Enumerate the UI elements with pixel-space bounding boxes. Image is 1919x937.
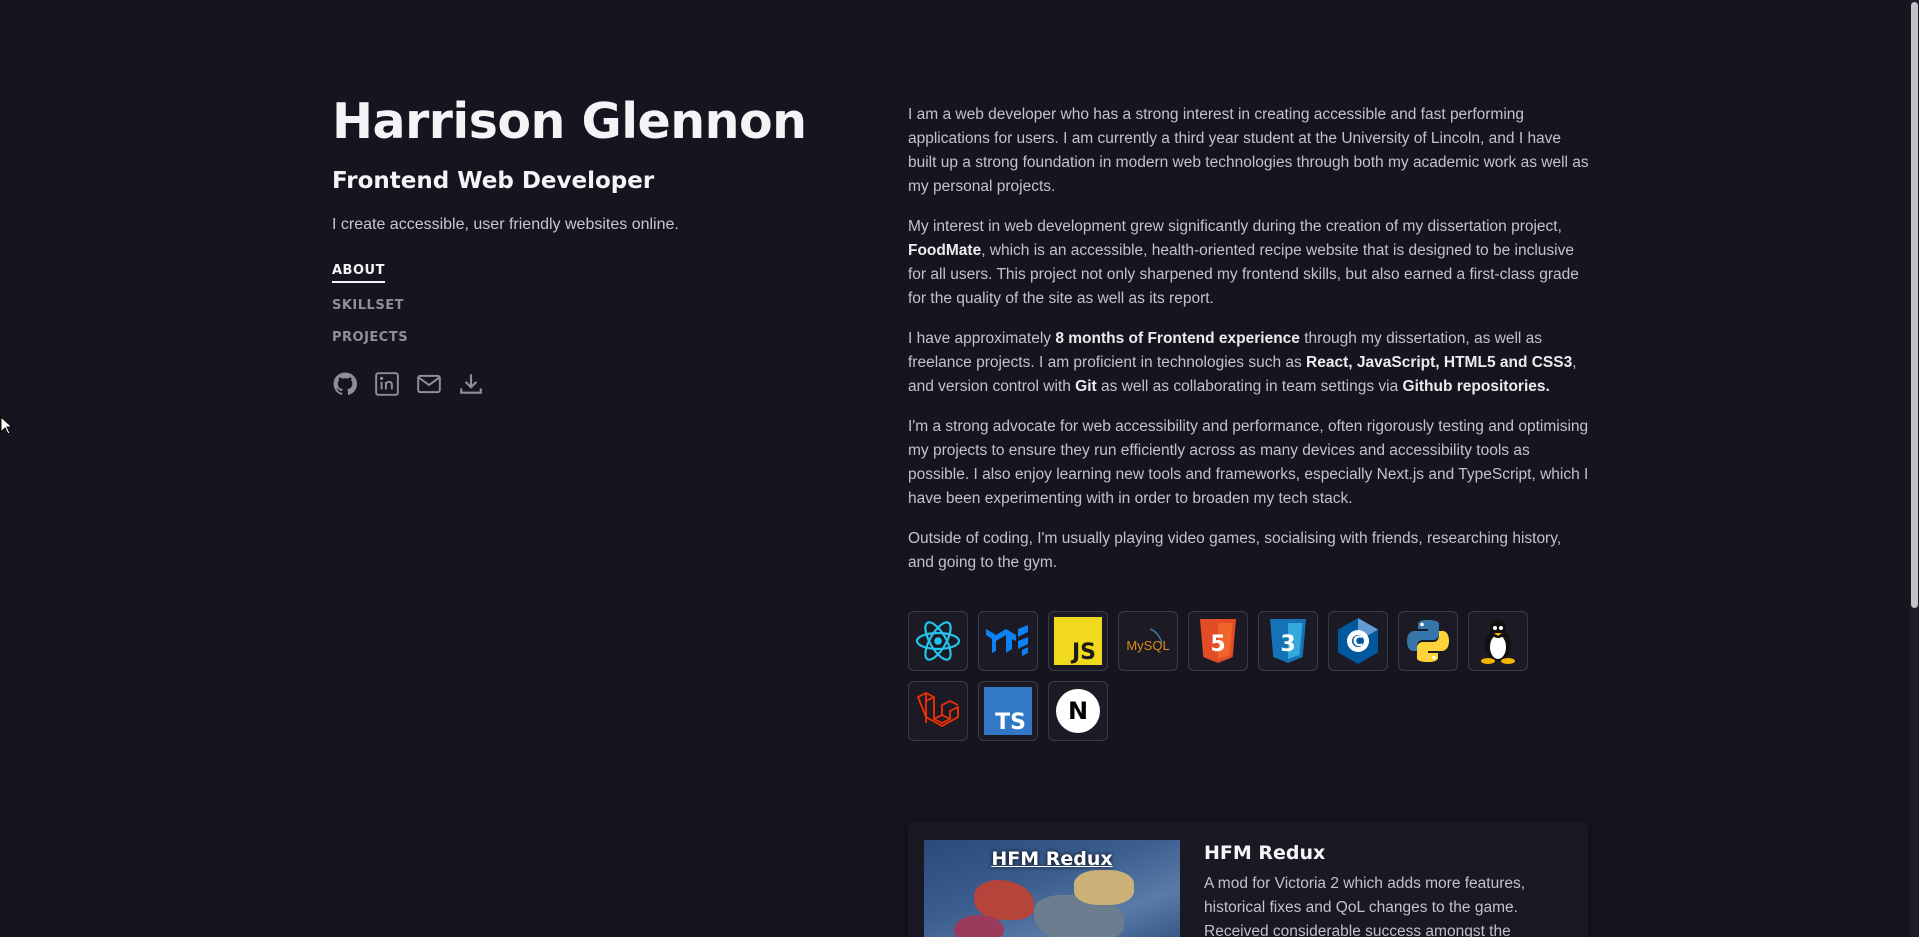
typescript-icon: TS bbox=[978, 681, 1038, 741]
about-paragraph: I have approximately 8 months of Fronten… bbox=[908, 327, 1590, 399]
about-text: My interest in web development grew sign… bbox=[908, 218, 1562, 235]
react-icon bbox=[908, 611, 968, 671]
about-highlight: Github repositories. bbox=[1402, 378, 1550, 395]
mysql-icon: MySQL bbox=[1118, 611, 1178, 671]
job-title: Frontend Web Developer bbox=[332, 168, 655, 194]
python-icon bbox=[1398, 611, 1458, 671]
nextjs-label: N bbox=[1068, 697, 1088, 725]
typescript-label: TS bbox=[995, 710, 1026, 735]
project-title[interactable]: HFM Redux bbox=[1204, 842, 1325, 864]
about-section: I am a web developer who has a strong in… bbox=[908, 103, 1590, 741]
nextjs-icon: N bbox=[1048, 681, 1108, 741]
about-text: I have approximately bbox=[908, 330, 1056, 347]
html5-label: 5 bbox=[1210, 632, 1225, 657]
download-icon[interactable] bbox=[458, 371, 484, 397]
project-card[interactable]: HFM Redux HFM Redux A mod for Victoria 2… bbox=[908, 822, 1588, 937]
nav-item-about[interactable]: ABOUT bbox=[332, 262, 385, 283]
about-paragraph: I'm a strong advocate for web accessibil… bbox=[908, 418, 1589, 507]
project-thumbnail[interactable]: HFM Redux bbox=[924, 840, 1180, 937]
about-text: , which is an accessible, health-oriente… bbox=[908, 242, 1579, 307]
section-nav: ABOUT SKILLSET PROJECTS bbox=[332, 262, 852, 347]
about-paragraph: I am a web developer who has a strong in… bbox=[908, 106, 1589, 195]
skillset-grid: JS MySQL 5 3 C TS N bbox=[908, 611, 1548, 741]
linux-icon bbox=[1468, 611, 1528, 671]
github-icon[interactable] bbox=[332, 371, 358, 397]
cpp-icon: C bbox=[1328, 611, 1388, 671]
tagline: I create accessible, user friendly websi… bbox=[332, 216, 679, 233]
css3-label: 3 bbox=[1280, 632, 1295, 657]
mysql-label: MySQL bbox=[1126, 638, 1169, 653]
project-description: A mod for Victoria 2 which adds more fea… bbox=[1204, 875, 1526, 937]
profile-column: Harrison Glennon Frontend Web Developer … bbox=[332, 92, 852, 397]
project-thumbnail-title: HFM Redux bbox=[991, 848, 1113, 870]
html5-icon: 5 bbox=[1188, 611, 1248, 671]
cpp-label: C bbox=[1353, 634, 1363, 650]
about-text: as well as collaborating in team setting… bbox=[1096, 378, 1403, 395]
about-highlight: FoodMate bbox=[908, 242, 982, 259]
laravel-icon bbox=[908, 681, 968, 741]
css3-icon: 3 bbox=[1258, 611, 1318, 671]
mui-icon bbox=[978, 611, 1038, 671]
about-paragraph: My interest in web development grew sign… bbox=[908, 215, 1590, 311]
email-icon[interactable] bbox=[416, 371, 442, 397]
page-scrollbar[interactable] bbox=[1910, 0, 1919, 937]
javascript-label: JS bbox=[1070, 640, 1096, 665]
mouse-cursor-icon bbox=[0, 416, 14, 435]
javascript-icon: JS bbox=[1048, 611, 1108, 671]
about-highlight: 8 months of Frontend experience bbox=[1055, 330, 1300, 347]
page-title: Harrison Glennon bbox=[332, 93, 807, 150]
about-highlight: React, JavaScript, HTML5 and CSS3 bbox=[1306, 354, 1573, 371]
social-links bbox=[332, 371, 852, 397]
linkedin-icon[interactable] bbox=[374, 371, 400, 397]
about-highlight: Git bbox=[1075, 378, 1097, 395]
nav-item-skillset[interactable]: SKILLSET bbox=[332, 297, 404, 315]
scrollbar-thumb[interactable] bbox=[1911, 2, 1918, 608]
about-paragraph: Outside of coding, I'm usually playing v… bbox=[908, 530, 1562, 571]
nav-item-projects[interactable]: PROJECTS bbox=[332, 329, 408, 347]
